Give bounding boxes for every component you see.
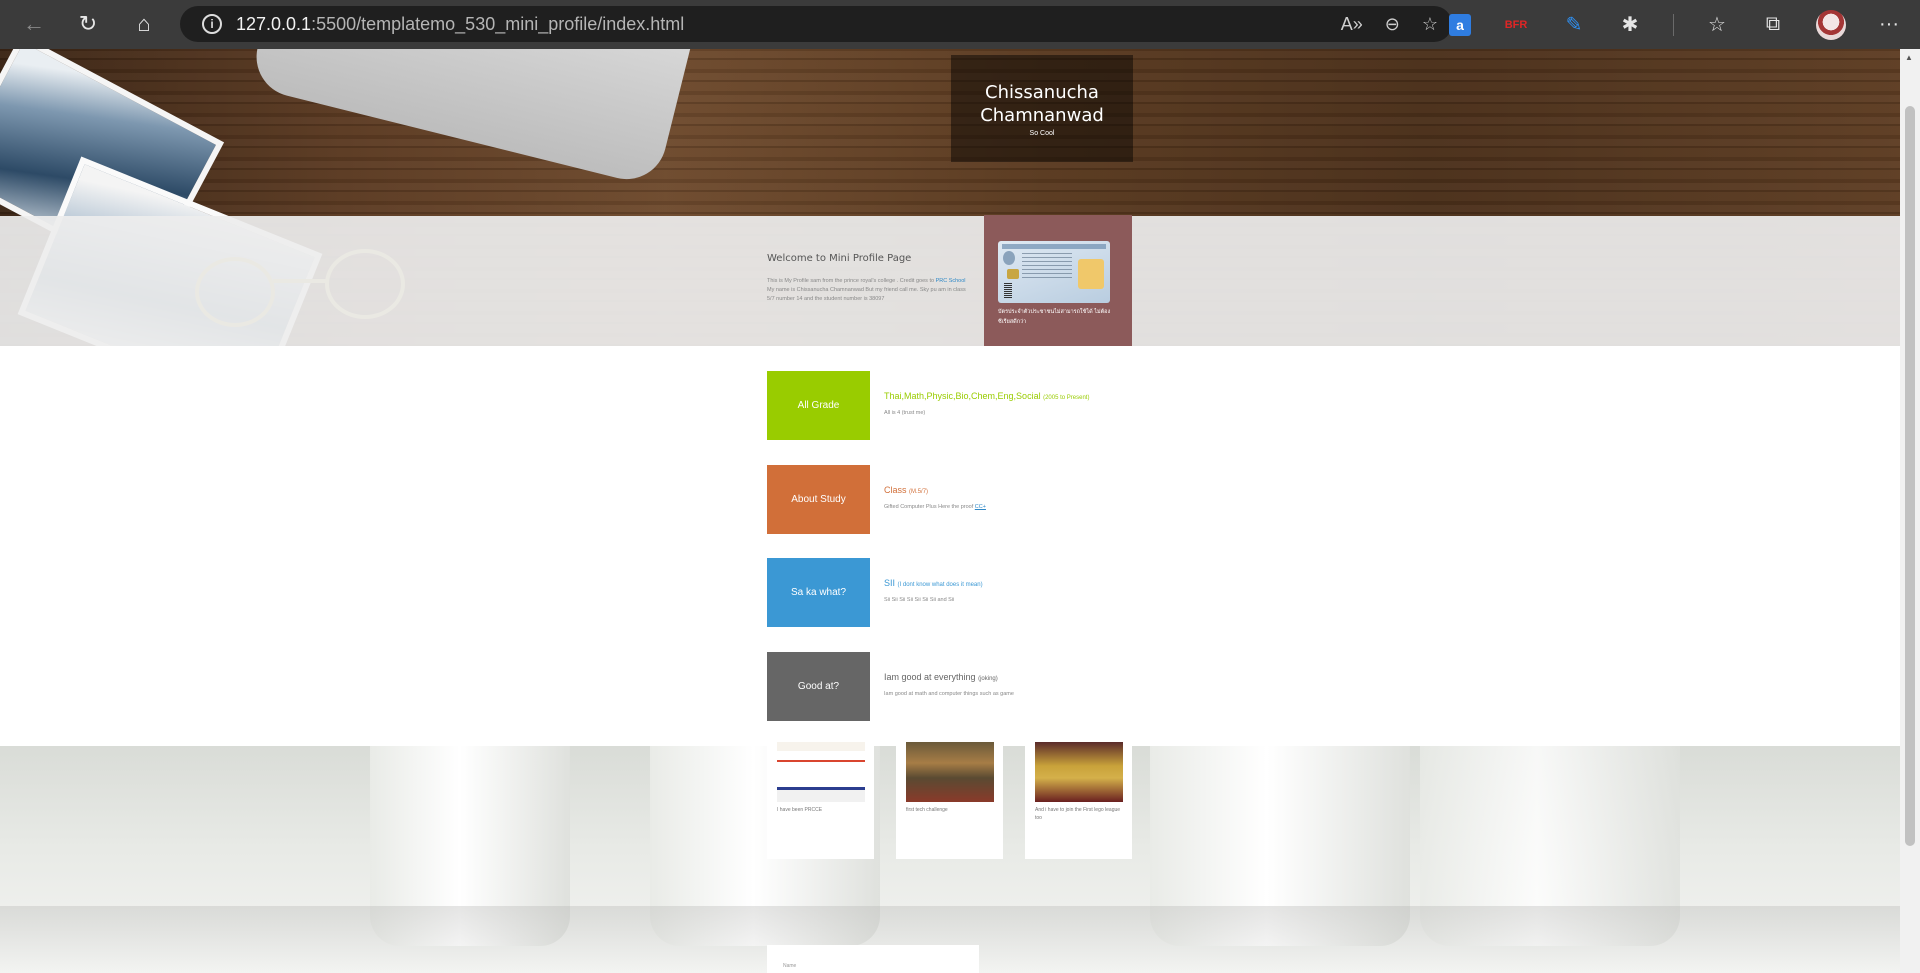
gallery-card[interactable]: first tech challenge (896, 726, 1003, 859)
gallery-card[interactable]: I have been PRCCE (767, 726, 874, 859)
info-row-sakawhat: Sa ka what? SII (I dont know what does i… (767, 558, 1167, 627)
robotics-image (906, 742, 994, 802)
welcome-title: Welcome to Mini Profile Page (767, 253, 912, 264)
tile-good-at: Good at? (767, 652, 870, 721)
row-title: Class (M.5/7) (884, 485, 929, 495)
site-info-icon[interactable]: i (202, 14, 222, 34)
profile-name: Chissanucha Chamnanwad (980, 81, 1104, 126)
tile-about-study: About Study (767, 465, 870, 534)
url-path: :5500/templatemo_530_mini_profile/index.… (311, 13, 685, 34)
extensions-icon[interactable]: ✱ (1617, 12, 1643, 38)
collections-icon[interactable]: ⧉ (1760, 12, 1786, 38)
cc-plus-link[interactable]: CC+ (975, 504, 986, 510)
row-text: Gifted Computer Plus Here the proof CC+ (884, 504, 986, 510)
row-title: SII (I dont know what does it mean) (884, 578, 983, 588)
more-menu-icon[interactable]: ··· (1876, 12, 1902, 38)
gallery-caption: first tech challenge (906, 807, 948, 813)
prc-school-link[interactable]: PRC School (936, 278, 966, 284)
row-text: All is 4 (trust me) (884, 410, 926, 416)
gallery-card[interactable]: And i have to join the First lego league… (1025, 726, 1132, 859)
home-icon[interactable]: ⌂ (124, 4, 164, 44)
vertical-scrollbar[interactable]: ▲ (1900, 49, 1920, 973)
id-card-caption: บัตรประจำตัวประชาชนไม่สามารถใช้ได้ ไม่ต้… (998, 309, 1111, 325)
info-row-grade: All Grade Thai,Math,Physic,Bio,Chem,Eng,… (767, 371, 1167, 440)
name-field-label: Name (783, 963, 797, 969)
read-aloud-icon[interactable]: A» (1341, 14, 1363, 35)
profile-name-box: Chissanucha Chamnanwad So Cool (951, 55, 1133, 162)
row-title: Iam good at everything (joking) (884, 672, 998, 682)
row-text: Sii Sii Sii Sii Sii Sii Sii and Sii (884, 597, 955, 603)
scrollbar-thumb[interactable] (1905, 106, 1915, 846)
id-card-image (998, 241, 1110, 303)
tile-all-grade: All Grade (767, 371, 870, 440)
back-icon[interactable]: ← (14, 4, 54, 44)
info-row-study: About Study Class (M.5/7) Gifted Compute… (767, 465, 1167, 534)
pen-extension-icon[interactable]: ✎ (1561, 12, 1587, 38)
trophies-image (1035, 742, 1123, 802)
browser-toolbar: ← ↻ ⌂ i 127.0.0.1:5500/templatemo_530_mi… (0, 0, 1920, 49)
tile-sa-ka-what: Sa ka what? (767, 558, 870, 627)
scroll-up-arrow-icon[interactable]: ▲ (1905, 53, 1913, 62)
address-bar[interactable]: i 127.0.0.1:5500/templatemo_530_mini_pro… (180, 6, 1452, 42)
bfr-extension-icon[interactable]: BFR (1501, 12, 1531, 38)
welcome-section: Welcome to Mini Profile Page This is My … (767, 253, 967, 304)
url-host: 127.0.0.1 (236, 13, 312, 34)
row-text: Iam good at math and computer things suc… (884, 691, 1014, 697)
gallery-caption: I have been PRCCE (777, 807, 823, 813)
info-row-good-at: Good at? Iam good at everything (joking)… (767, 652, 1167, 721)
contact-form: Name (767, 945, 979, 973)
id-card-box: บัตรประจำตัวประชาชนไม่สามารถใช้ได้ ไม่ต้… (984, 215, 1132, 346)
profile-tagline: So Cool (1029, 129, 1055, 137)
certificate-image (777, 742, 865, 802)
refresh-icon[interactable]: ↻ (68, 4, 108, 44)
favorites-icon[interactable]: ☆ (1704, 12, 1730, 38)
row-title: Thai,Math,Physic,Bio,Chem,Eng,Social (20… (884, 391, 1090, 401)
translate-extension-icon[interactable]: a (1449, 13, 1471, 36)
zoom-out-icon[interactable]: ⊖ (1385, 14, 1400, 35)
add-favorite-icon[interactable]: ☆ (1422, 14, 1438, 35)
toolbar-divider (1673, 13, 1674, 36)
welcome-text: This is My Profile sam from the prince r… (767, 278, 966, 302)
profile-avatar[interactable] (1816, 9, 1846, 40)
gallery-caption: And i have to join the First lego league… (1035, 807, 1121, 821)
